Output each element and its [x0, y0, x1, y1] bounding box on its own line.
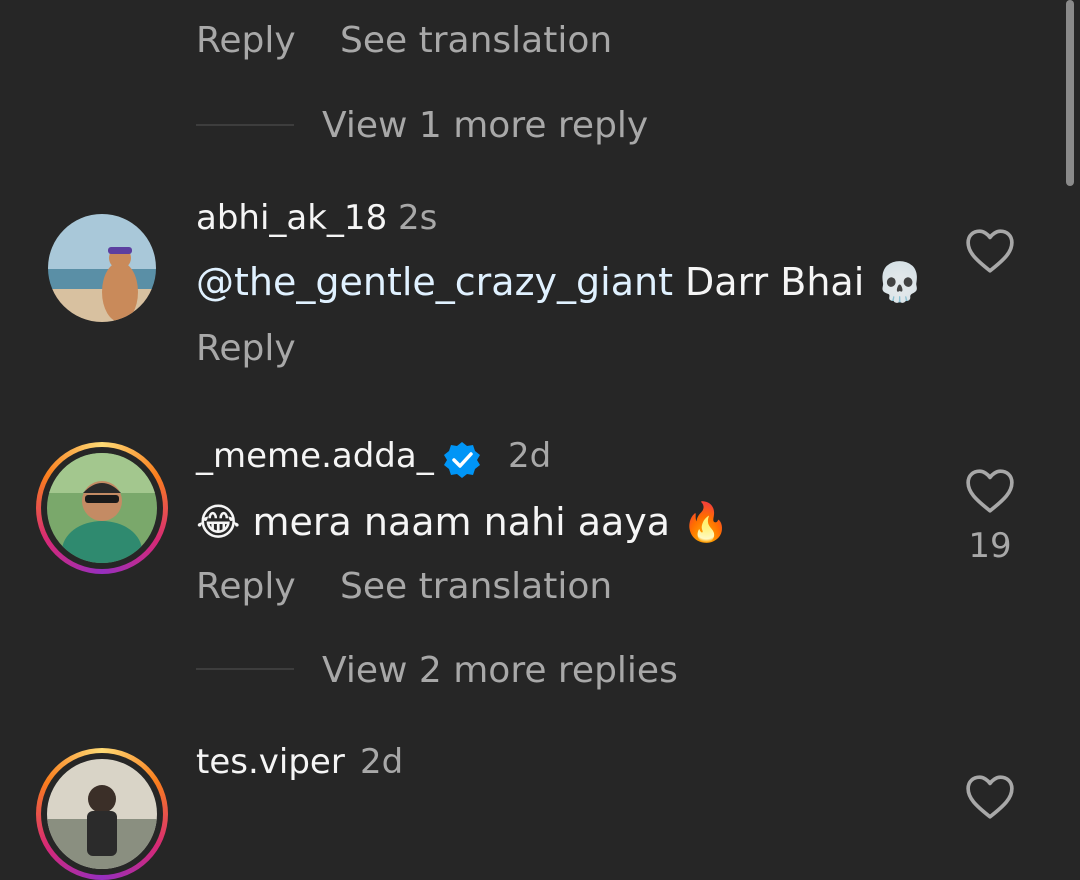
comment-time: 2d: [360, 742, 404, 782]
comment-text: @the_gentle_crazy_giant Darr Bhai 💀: [196, 260, 924, 305]
like-heart-icon[interactable]: [965, 774, 1015, 820]
comment-body: Darr Bhai 💀: [672, 260, 924, 304]
comment-text: 😂 mera naam nahi aaya 🔥: [196, 500, 730, 544]
like-heart-icon[interactable]: [965, 228, 1015, 274]
scrollbar[interactable]: [1066, 0, 1074, 186]
like-heart-icon[interactable]: [965, 468, 1015, 514]
avatar-ring-gap: [41, 447, 163, 569]
reply-button[interactable]: Reply: [196, 328, 296, 369]
avatar-story-ring[interactable]: [36, 748, 168, 880]
see-translation-button[interactable]: See translation: [340, 566, 612, 607]
reply-button[interactable]: Reply: [196, 566, 296, 607]
view-more-replies-button[interactable]: View 1 more reply: [322, 105, 648, 146]
comment-username[interactable]: abhi_ak_18: [196, 198, 387, 238]
reply-button[interactable]: Reply: [196, 20, 296, 61]
mention-link[interactable]: @the_gentle_crazy_giant: [196, 260, 673, 304]
replies-divider: [196, 668, 294, 670]
comment-username[interactable]: tes.viper: [196, 742, 345, 782]
avatar-story-ring[interactable]: [36, 442, 168, 574]
avatar-photo: [48, 214, 156, 322]
comment-username[interactable]: _meme.adda_: [196, 436, 434, 476]
avatar[interactable]: [48, 214, 156, 322]
comment-time: 2s: [398, 198, 438, 238]
comment-time: 2d: [508, 436, 552, 476]
view-more-replies-button[interactable]: View 2 more replies: [322, 650, 678, 691]
avatar-photo: [47, 453, 157, 563]
avatar-photo: [47, 759, 157, 869]
avatar: [47, 453, 157, 563]
replies-divider: [196, 124, 294, 126]
verified-badge-icon: [444, 442, 480, 478]
like-count: 19: [968, 526, 1012, 566]
see-translation-button[interactable]: See translation: [340, 20, 612, 61]
avatar: [47, 759, 157, 869]
avatar-ring-gap: [41, 753, 163, 875]
